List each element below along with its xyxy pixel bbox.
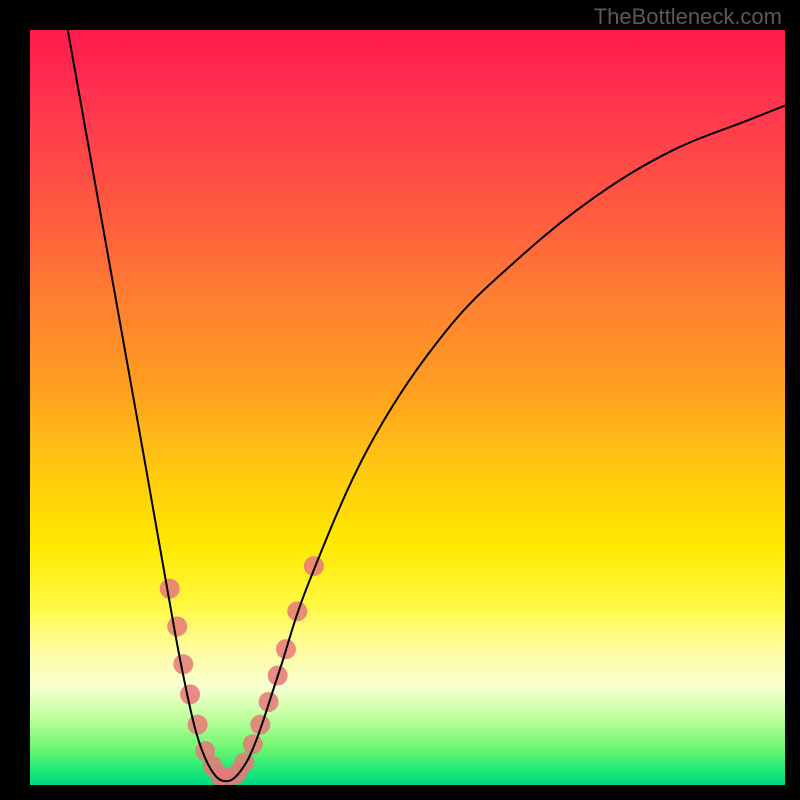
data-marker	[250, 715, 270, 735]
data-marker	[210, 766, 230, 785]
data-marker	[287, 601, 307, 621]
data-marker	[268, 666, 288, 686]
chart-container: TheBottleneck.com	[0, 0, 800, 800]
data-marker	[167, 616, 187, 636]
plot-area	[30, 30, 785, 785]
data-marker	[276, 639, 296, 659]
data-marker	[160, 579, 180, 599]
data-marker	[227, 764, 247, 784]
data-marker	[243, 734, 263, 754]
data-marker	[234, 752, 254, 772]
markers-group	[160, 556, 324, 785]
bottleneck-curve	[68, 30, 785, 781]
data-marker	[218, 769, 238, 785]
data-marker	[173, 654, 193, 674]
data-marker	[304, 556, 324, 576]
data-marker	[195, 741, 215, 761]
chart-svg	[30, 30, 785, 785]
data-marker	[188, 715, 208, 735]
data-marker	[259, 692, 279, 712]
data-marker	[203, 756, 223, 776]
data-marker	[180, 684, 200, 704]
watermark-text: TheBottleneck.com	[594, 4, 782, 30]
